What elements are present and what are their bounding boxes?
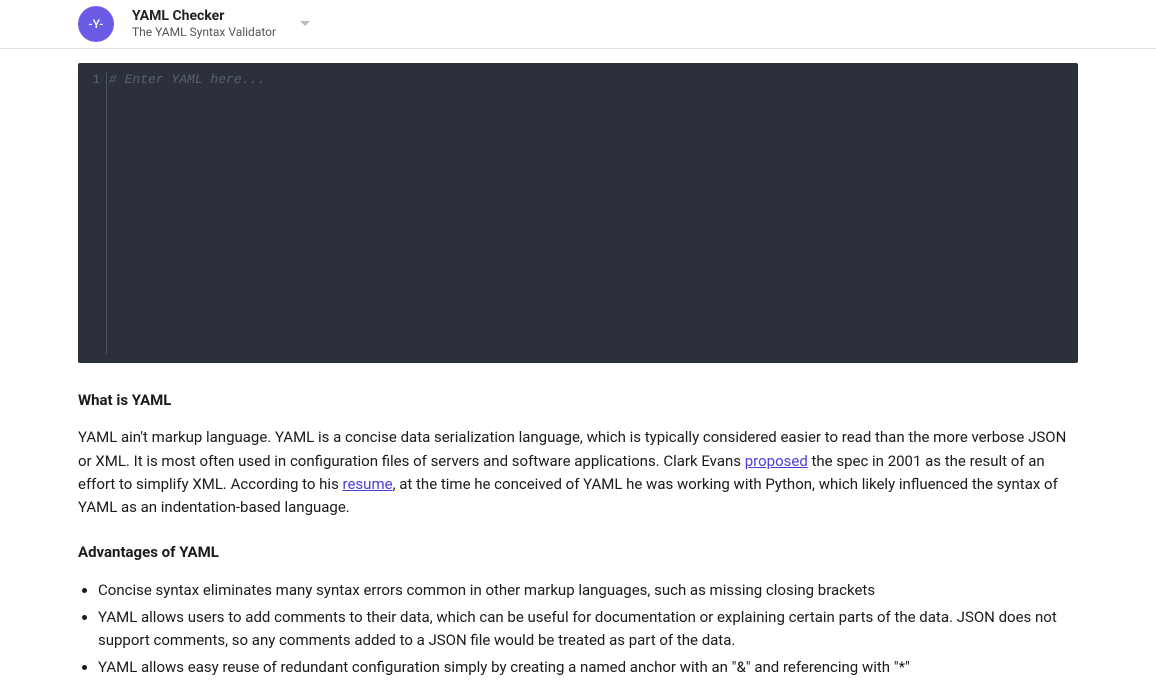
advantages-list: Concise syntax eliminates many syntax er… xyxy=(78,579,1078,680)
main-content: 1 # Enter YAML here... What is YAML YAML… xyxy=(0,49,1156,680)
link-resume[interactable]: resume xyxy=(343,475,393,493)
chevron-down-icon[interactable] xyxy=(300,21,310,27)
line-number: 1 xyxy=(78,72,100,87)
heading-advantages: Advantages of YAML xyxy=(78,541,1078,564)
info-section: What is YAML YAML ain't markup language.… xyxy=(78,389,1078,680)
editor-content[interactable]: # Enter YAML here... xyxy=(106,72,1078,354)
list-item: YAML allows users to add comments to the… xyxy=(98,606,1078,653)
app-title: YAML Checker xyxy=(132,7,276,25)
logo-text: -Y- xyxy=(89,17,104,31)
heading-what-is-yaml: What is YAML xyxy=(78,389,1078,412)
yaml-editor[interactable]: 1 # Enter YAML here... xyxy=(78,63,1078,363)
app-logo: -Y- xyxy=(78,6,114,42)
link-proposed[interactable]: proposed xyxy=(745,452,808,470)
editor-placeholder: # Enter YAML here... xyxy=(109,72,265,87)
header: -Y- YAML Checker The YAML Syntax Validat… xyxy=(0,0,1156,49)
list-item: Concise syntax eliminates many syntax er… xyxy=(98,579,1078,602)
editor-gutter: 1 xyxy=(78,72,106,354)
list-item: YAML allows easy reuse of redundant conf… xyxy=(98,656,1078,679)
title-block: YAML Checker The YAML Syntax Validator xyxy=(132,7,276,41)
paragraph-what-is-yaml: YAML ain't markup language. YAML is a co… xyxy=(78,426,1078,519)
app-subtitle: The YAML Syntax Validator xyxy=(132,25,276,41)
